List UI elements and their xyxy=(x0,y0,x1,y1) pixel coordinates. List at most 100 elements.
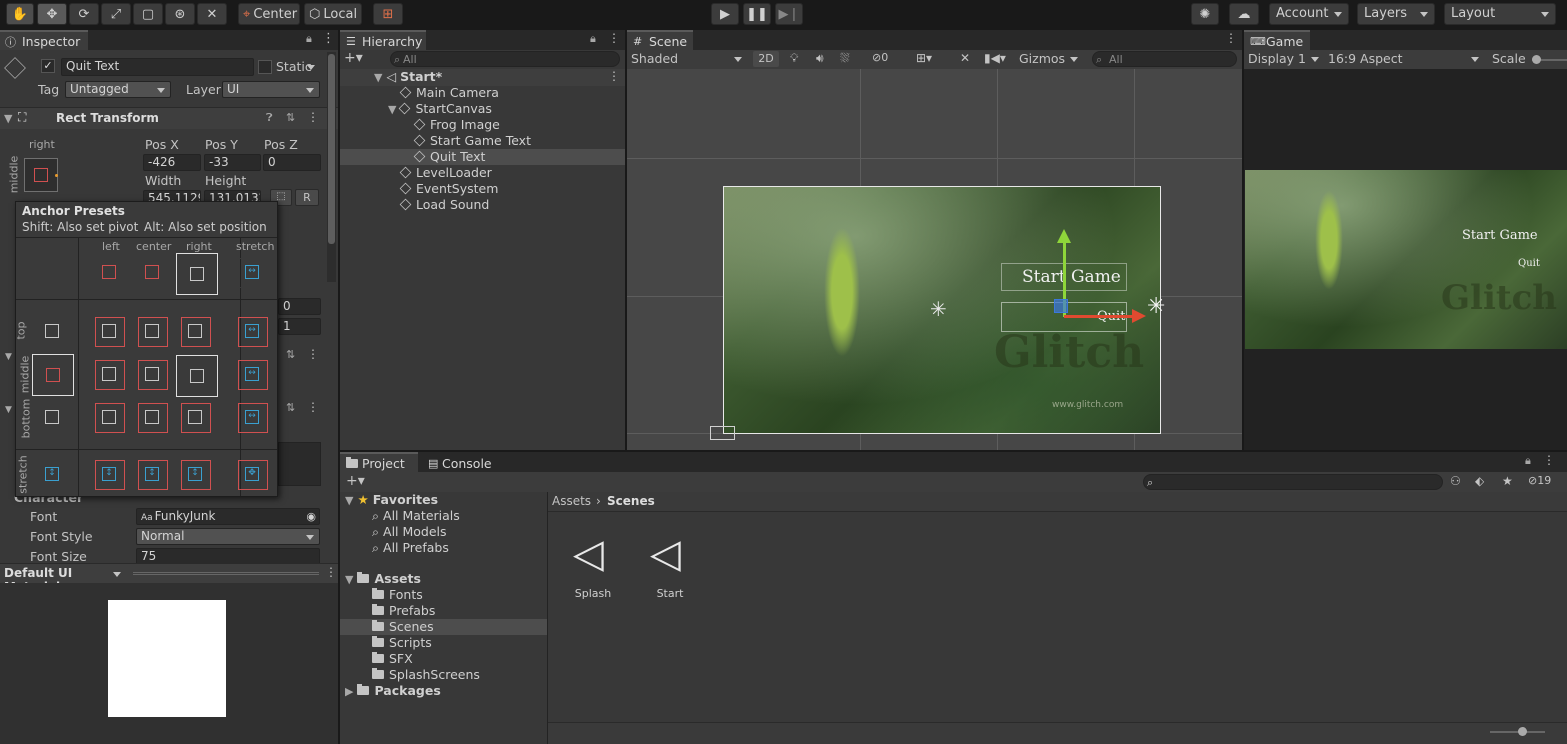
static-checkbox[interactable] xyxy=(258,60,272,74)
filter-type-icon[interactable]: ⚇ xyxy=(1450,474,1461,488)
folder-item[interactable]: Prefabs xyxy=(372,603,435,619)
camera-icon[interactable]: ▮◀▾ xyxy=(984,51,1006,65)
anchor-stretch-left[interactable]: ↕ xyxy=(95,460,125,490)
create-button[interactable]: +▾ xyxy=(344,51,372,67)
services-icon[interactable]: ✺ xyxy=(1191,3,1219,25)
move-tool-icon[interactable]: ✥ xyxy=(37,3,67,25)
hierarchy-item[interactable]: Start Game Text xyxy=(413,133,531,149)
hierarchy-item[interactable]: Load Sound xyxy=(399,197,489,213)
tab-game[interactable]: ⌨ Game xyxy=(1244,30,1310,50)
component-menu-icon[interactable]: ⋮ xyxy=(307,110,319,124)
hand-tool-icon[interactable]: ✋ xyxy=(6,3,34,25)
visibility-icon[interactable]: ⊘0 xyxy=(872,51,888,64)
font-style-dropdown[interactable]: Normal xyxy=(136,528,320,545)
favorite-item[interactable]: ⌕ All Prefabs xyxy=(372,540,449,556)
more-menu-icon[interactable]: ⋮ xyxy=(1225,31,1237,45)
pos-y-input[interactable]: -33 xyxy=(204,154,261,171)
presets-icon[interactable]: ⇅ xyxy=(286,401,295,414)
rect-transform-header[interactable]: ▼ ⛶ Rect Transform ❓︎ ⇅ ⋮ xyxy=(0,107,338,129)
lock-icon[interactable]: 🔒︎ xyxy=(306,32,312,46)
favorite-star-icon[interactable]: ★ xyxy=(1502,474,1513,488)
component-menu-icon[interactable]: ⋮ xyxy=(307,400,319,414)
presets-icon[interactable]: ⇅ xyxy=(286,348,295,361)
scale-tool-icon[interactable]: ⤢ xyxy=(101,3,131,25)
anchor-bottom-left[interactable] xyxy=(95,403,125,433)
hierarchy-item-selected[interactable]: Quit Text xyxy=(413,149,485,165)
move-gizmo-x-arrow[interactable] xyxy=(1132,309,1146,323)
pos-x-input[interactable]: -426 xyxy=(143,154,201,171)
anchor-bottom-right[interactable] xyxy=(181,403,211,433)
active-checkbox[interactable]: ✓ xyxy=(41,59,55,73)
lock-icon[interactable]: 🔒︎ xyxy=(1525,454,1531,468)
play-button[interactable]: ▶ xyxy=(711,3,739,25)
more-menu-icon[interactable]: ⋮ xyxy=(322,31,335,46)
favorites-section[interactable]: ▼ ★ Favorites xyxy=(345,492,438,508)
layer-dropdown[interactable]: UI xyxy=(222,81,320,98)
scene-file-start[interactable]: ◁ xyxy=(644,530,694,580)
anchor-bottom-stretch[interactable]: ↔ xyxy=(238,403,268,433)
anchor-top-center[interactable] xyxy=(138,317,168,347)
tag-dropdown[interactable]: Untagged xyxy=(65,81,171,98)
tools-icon[interactable]: ✕ xyxy=(960,51,970,65)
hierarchy-item[interactable]: Frog Image xyxy=(413,117,500,133)
extra-field-1[interactable]: 0 xyxy=(278,298,321,315)
anchor-gizmo-left-icon[interactable]: ✳ xyxy=(930,297,947,321)
move-gizmo-y-arrow[interactable] xyxy=(1057,229,1071,243)
scale-slider-thumb[interactable] xyxy=(1532,55,1541,64)
anchor-top-only[interactable] xyxy=(38,317,68,347)
effects-icon[interactable]: ⛆ xyxy=(840,51,850,66)
foldout-arrow-icon[interactable]: ▼ xyxy=(5,405,12,415)
scene-root-item[interactable]: ▼ ◁ Start* xyxy=(374,69,442,85)
lock-icon[interactable]: 🔒︎ xyxy=(590,32,596,46)
hierarchy-item[interactable]: LevelLoader xyxy=(399,165,492,181)
anchor-stretch-right[interactable]: ↕ xyxy=(181,460,211,490)
object-name-input[interactable]: Quit Text xyxy=(61,58,254,76)
anchor-preset-button[interactable] xyxy=(24,158,58,192)
transform-tool-icon[interactable]: ⊛ xyxy=(165,3,195,25)
anchor-stretch-stretch[interactable]: ✥ xyxy=(238,460,268,490)
font-field[interactable]: Aa FunkyJunk ◉ xyxy=(136,508,320,525)
anchor-center-only[interactable] xyxy=(138,258,168,288)
canvas-rect[interactable]: Glitch www.glitch.com Start Game Quit ✳ xyxy=(723,186,1161,434)
anchor-right-only[interactable] xyxy=(176,253,218,295)
display-dropdown[interactable]: Display 1 xyxy=(1248,51,1324,66)
anchor-stretch-v[interactable]: ↕ xyxy=(38,460,68,490)
pause-button[interactable]: ❚❚ xyxy=(743,3,771,25)
favorite-item[interactable]: ⌕ All Models xyxy=(372,524,447,540)
preview-drag-handle[interactable] xyxy=(133,572,319,575)
packages-section[interactable]: ▶ Packages xyxy=(345,683,441,699)
more-menu-icon[interactable]: ⋮ xyxy=(608,31,620,45)
preview-menu-icon[interactable]: ⋮ xyxy=(325,565,337,579)
anchor-left-only[interactable] xyxy=(95,258,125,288)
folder-item[interactable]: SFX xyxy=(372,651,413,667)
object-picker-icon[interactable]: ◉ xyxy=(306,509,316,524)
tab-hierarchy[interactable]: ☰ Hierarchy xyxy=(340,30,426,50)
anchor-middle-right[interactable] xyxy=(176,355,218,397)
rect-tool-icon[interactable]: ▢ xyxy=(133,3,163,25)
anchor-top-stretch[interactable]: ↔ xyxy=(238,317,268,347)
folder-item-selected[interactable]: Scenes xyxy=(372,619,434,635)
move-gizmo-plane-handle[interactable] xyxy=(1054,299,1068,313)
component-menu-icon[interactable]: ⋮ xyxy=(307,347,319,361)
favorite-item[interactable]: ⌕ All Materials xyxy=(372,508,460,524)
step-button[interactable]: ▶❘ xyxy=(775,3,803,25)
folder-item[interactable]: SplashScreens xyxy=(372,667,480,683)
pos-z-input[interactable]: 0 xyxy=(263,154,321,171)
create-button[interactable]: +▾ xyxy=(346,473,365,489)
scene-search-input[interactable]: ⌕ All xyxy=(1092,51,1237,67)
space-local-button[interactable]: ⬡ Local xyxy=(304,3,362,25)
hierarchy-search-input[interactable]: ⌕ All xyxy=(390,51,620,67)
filter-label-icon[interactable]: ⬖ xyxy=(1475,474,1484,488)
text-area[interactable] xyxy=(278,442,321,486)
anchor-middle-center[interactable] xyxy=(138,360,168,390)
anchor-bottom-center[interactable] xyxy=(138,403,168,433)
anchor-gizmo-right-icon[interactable]: ✳ xyxy=(1147,294,1165,319)
project-search-input[interactable]: ⌕ xyxy=(1143,474,1443,490)
breadcrumb-assets[interactable]: Assets xyxy=(552,494,591,508)
more-menu-icon[interactable]: ⋮ xyxy=(1543,453,1555,467)
shading-mode-dropdown[interactable]: Shaded xyxy=(631,51,747,66)
hierarchy-item[interactable]: ▼ StartCanvas xyxy=(388,101,492,117)
gizmos-dropdown[interactable]: Gizmos xyxy=(1019,51,1083,66)
presets-icon[interactable]: ⇅ xyxy=(286,111,295,124)
anchor-top-left[interactable] xyxy=(95,317,125,347)
